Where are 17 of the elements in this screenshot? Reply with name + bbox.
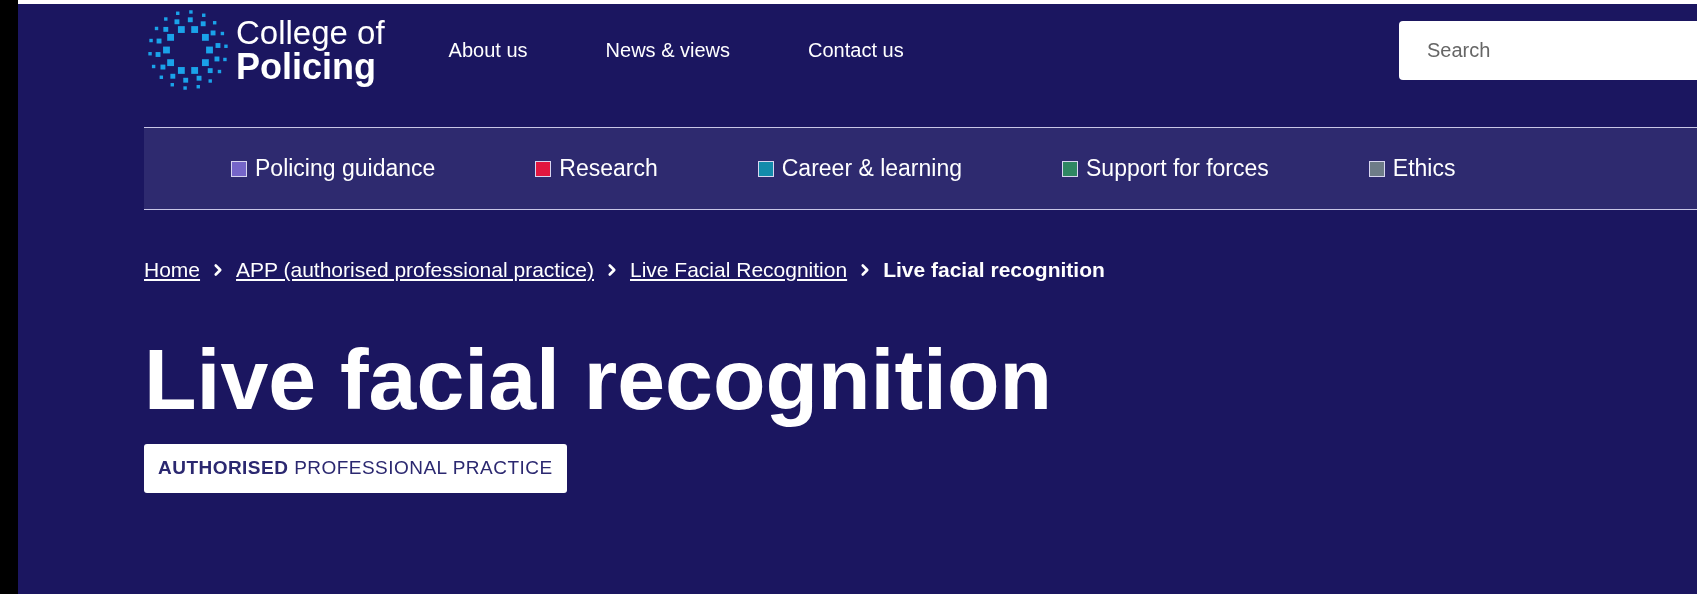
breadcrumb-link[interactable]: Home: [144, 254, 201, 286]
site-logo[interactable]: College of Policing: [144, 6, 385, 94]
header-link[interactable]: Contact us: [808, 35, 904, 65]
practice-badge: AUTHORISED PROFESSIONAL PRACTICE: [144, 444, 567, 493]
header-link[interactable]: About us: [448, 35, 528, 65]
nav-item[interactable]: Ethics: [1368, 151, 1456, 186]
header-link[interactable]: News & views: [605, 35, 731, 65]
page-title: Live facial recognition: [144, 331, 1053, 427]
breadcrumb-link[interactable]: Live Facial Recognition: [630, 254, 848, 286]
breadcrumb-link[interactable]: APP (authorised professional practice): [236, 254, 594, 286]
search-field[interactable]: Search: [1399, 20, 1697, 80]
breadcrumb-current: Live facial recognition: [883, 257, 1105, 283]
nav-item[interactable]: Support for forces: [1062, 151, 1269, 186]
nav-item[interactable]: Research: [535, 151, 658, 186]
nav-item[interactable]: Policing guidance: [231, 151, 436, 186]
nav-item[interactable]: Career & learning: [757, 151, 962, 186]
logo-text: College of: [236, 15, 385, 49]
